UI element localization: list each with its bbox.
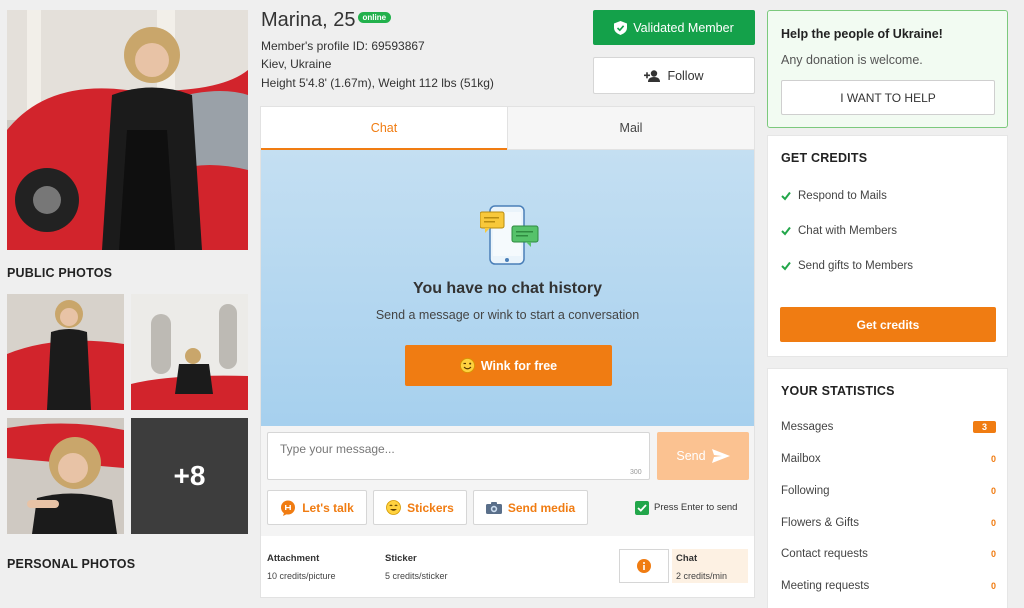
tab-chat[interactable]: Chat [261,107,507,150]
profile-name-row: Marina, 25 online [261,9,392,32]
stat-label: Contact requests [781,548,868,560]
checkmark-icon [637,504,647,512]
stat-label: Messages [781,421,834,433]
profile-body-stats: Height 5'4.8' (1.67m), Weight 112 lbs (5… [261,76,494,90]
ukraine-title: Help the people of Ukraine! [781,27,943,41]
stat-count: 0 [990,454,996,464]
profile-id: Member's profile ID: 69593867 [261,39,425,53]
stat-row-messages[interactable]: Messages 3 [781,421,996,433]
profile-name: Marina, 25 [261,9,356,31]
send-label: Send [676,449,706,463]
chat-cost-value: 2 credits/min [676,571,728,581]
validated-label: Validated Member [633,20,734,35]
speech-icon [281,500,296,516]
chat-cost-title: Chat [676,553,698,564]
check-icon [781,191,791,201]
lets-talk-label: Let's talk [302,500,354,515]
online-badge: online [357,12,392,23]
more-photos-tile[interactable]: +8 [131,418,248,534]
sticker-icon [386,500,402,515]
pricing-info-button[interactable] [619,549,669,583]
profile-location: Kiev, Ukraine [261,57,332,71]
personal-photos-title: PERSONAL PHOTOS [7,557,136,571]
get-credits-card: GET CREDITS Respond to Mails Chat with M… [767,135,1008,357]
stickers-label: Stickers [407,500,454,515]
stat-row-meeting-requests[interactable]: Meeting requests 0 [781,580,996,592]
message-composer: 300 Send Let's talk Stic [261,426,754,536]
camera-icon [485,501,502,514]
validated-member-badge: Validated Member [593,10,755,45]
empty-chat-subtitle: Send a message or wink to start a conver… [375,308,640,322]
credit-benefit-label: Chat with Members [798,225,898,237]
check-icon [781,226,791,236]
stat-label: Flowers & Gifts [781,517,859,529]
follow-label: Follow [667,68,704,83]
shield-check-icon [614,20,628,35]
conversation-tabs: Chat Mail [261,107,754,150]
message-input[interactable] [267,432,650,480]
check-icon [781,261,791,271]
follow-button[interactable]: Follow [593,57,755,94]
phone-chat-icon [480,205,539,265]
attachment-cost-title: Attachment [267,553,320,564]
pricing-info: Attachment 10 credits/picture Sticker 5 … [261,536,754,597]
press-enter-checkbox[interactable] [635,501,649,515]
add-user-icon [644,69,661,82]
wink-button[interactable]: Wink for free [405,345,612,386]
credit-benefit-label: Send gifts to Members [798,260,914,272]
stickers-button[interactable]: Stickers [373,490,467,525]
press-enter-label: Press Enter to send [654,502,738,513]
send-media-label: Send media [507,500,576,515]
statistics-title: YOUR STATISTICS [781,384,895,398]
statistics-card: YOUR STATISTICS Messages 3 Mailbox 0 Fol… [767,368,1008,608]
stat-label: Meeting requests [781,580,870,592]
send-button[interactable]: Send [657,432,749,480]
stat-label: Mailbox [781,453,821,465]
chat-cost-box: Chat 2 credits/min [672,549,748,583]
wink-label: Wink for free [480,358,558,373]
send-media-button[interactable]: Send media [473,490,588,525]
tab-mail[interactable]: Mail [507,107,754,150]
chat-history-area: You have no chat history Send a message … [261,150,754,426]
info-icon [637,559,651,573]
stat-count: 0 [990,581,996,591]
ukraine-donation-card: Help the people of Ukraine! Any donation… [767,10,1008,128]
public-photo-thumbnail[interactable] [131,294,248,410]
credit-benefit-item: Respond to Mails [781,190,887,202]
stat-count: 0 [990,549,996,559]
sticker-cost-value: 5 credits/sticker [385,571,448,581]
char-limit-counter: 300 [630,469,642,476]
stat-row-mailbox[interactable]: Mailbox 0 [781,453,996,465]
stat-count: 0 [990,486,996,496]
public-photo-thumbnail[interactable] [7,418,124,534]
i-want-to-help-button[interactable]: I WANT TO HELP [781,80,995,115]
stat-label: Following [781,485,830,497]
lets-talk-button[interactable]: Let's talk [267,490,367,525]
paper-plane-icon [711,449,730,463]
get-credits-button[interactable]: Get credits [780,307,996,342]
credit-benefit-item: Send gifts to Members [781,260,913,272]
public-photo-thumbnail[interactable] [7,294,124,410]
credit-benefit-label: Respond to Mails [798,190,887,202]
stat-row-following[interactable]: Following 0 [781,485,996,497]
main-profile-photo[interactable] [7,10,248,250]
stat-row-contact-requests[interactable]: Contact requests 0 [781,548,996,560]
credit-benefit-item: Chat with Members [781,225,897,237]
sticker-cost-title: Sticker [385,553,417,564]
stat-count: 3 [972,421,996,433]
smile-wink-icon [459,358,475,373]
stat-row-flowers-gifts[interactable]: Flowers & Gifts 0 [781,517,996,529]
ukraine-subtitle: Any donation is welcome. [781,53,923,67]
empty-chat-title: You have no chat history [412,280,603,297]
get-credits-title: GET CREDITS [781,151,868,165]
attachment-cost-value: 10 credits/picture [267,571,336,581]
stat-count: 0 [990,518,996,528]
public-photos-title: PUBLIC PHOTOS [7,266,113,280]
conversation-panel: Chat Mail You have no chat history Send … [260,106,755,598]
